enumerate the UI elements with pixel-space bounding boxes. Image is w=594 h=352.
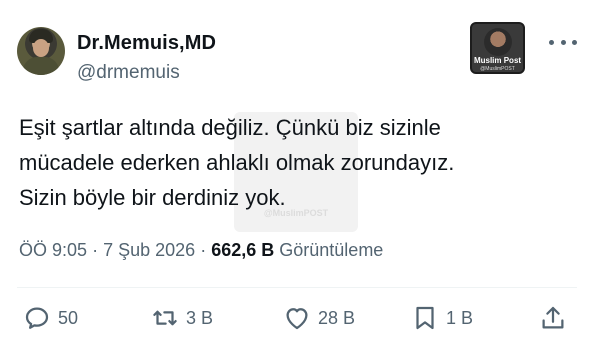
avatar[interactable] (17, 27, 65, 75)
badge-subtitle: @MuslimPOST (480, 66, 515, 72)
like-button[interactable]: 28 B (282, 300, 355, 336)
share-button[interactable] (538, 300, 568, 336)
share-icon (542, 306, 564, 329)
more-dot (549, 39, 554, 45)
avatar-body (23, 57, 59, 75)
tweet: Dr.Memuis,MD @drmemuis Muslim Post @Musl… (0, 0, 594, 352)
more-icon[interactable] (549, 32, 577, 52)
author-display-name[interactable]: Dr.Memuis,MD (77, 32, 216, 55)
meta-separator: · (92, 240, 99, 260)
tweet-line: mücadele ederken ahlaklı olmak zorundayı… (19, 150, 455, 175)
heart-icon (286, 308, 308, 330)
more-dot (572, 39, 577, 45)
reply-count: 50 (58, 307, 79, 328)
action-bar: 50 3 B 28 B 1 B (0, 300, 594, 336)
tweet-date[interactable]: 7 Şub 2026 (103, 240, 195, 260)
like-count: 28 B (318, 307, 356, 328)
tweet-text: Eşit şartlar altında değiliz. Çünkü biz … (19, 110, 579, 215)
tweet-line: Eşit şartlar altında değiliz. Çünkü biz … (19, 115, 441, 140)
meta-separator: · (200, 240, 207, 260)
bookmark-button[interactable]: 1 B (410, 300, 473, 336)
bookmark-count: 1 B (446, 307, 474, 328)
badge-photo (484, 28, 512, 56)
more-dot (560, 39, 566, 45)
views-count: 662,6 B (211, 240, 275, 260)
reply-button[interactable]: 50 (22, 300, 78, 336)
author-handle[interactable]: @drmemuis (77, 62, 180, 84)
avatar-face (33, 39, 49, 57)
views-label: Görüntüleme (279, 240, 384, 260)
badge-title: Muslim Post (473, 56, 522, 65)
retweet-button[interactable]: 3 B (150, 300, 213, 336)
divider (17, 287, 577, 288)
retweet-count: 3 B (186, 307, 214, 328)
tweet-line: Sizin böyle bir derdiniz yok. (19, 185, 286, 210)
muslim-post-badge: Muslim Post @MuslimPOST (470, 22, 525, 74)
retweet-icon (153, 310, 177, 326)
tweet-meta: ÖÖ 9:05 · 7 Şub 2026 · 662,6 B Görüntüle… (19, 240, 383, 261)
reply-icon (25, 307, 49, 329)
bookmark-icon (416, 306, 434, 330)
tweet-time[interactable]: ÖÖ 9:05 (19, 240, 87, 260)
